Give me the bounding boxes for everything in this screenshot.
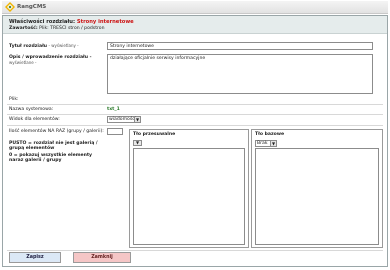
chevron-down-icon: ▼: [270, 141, 276, 146]
app-titlebar: RangCMS: [2, 1, 388, 14]
count-input[interactable]: [107, 128, 123, 135]
dialog-title: Właściwości rozdziału: Strony internetow…: [9, 19, 134, 25]
chevron-down-icon: ▼: [134, 117, 140, 122]
chapter-name: Strony internetowe: [76, 19, 134, 25]
divider: [7, 104, 383, 105]
view-select[interactable]: wiadomości ▼: [107, 116, 141, 123]
dialog-header: Właściwości rozdziału: Strony internetow…: [3, 16, 387, 34]
view-label: Widok dla elementów:: [9, 117, 60, 122]
save-button[interactable]: Zapisz: [9, 252, 61, 263]
count-label: Ilość elementów NA RAZ (grupy / galerii)…: [9, 129, 104, 134]
file-label: Plik:: [9, 97, 19, 102]
description-textarea[interactable]: działające oficjalnie serwisy informacyj…: [107, 54, 373, 94]
sliding-background-pane: Tło przesuwalne ▼: [129, 129, 249, 248]
pane-dropdown[interactable]: ▼: [133, 140, 142, 146]
pane-title: Tło przesuwalne: [133, 132, 176, 137]
sliding-background-list[interactable]: [133, 148, 245, 245]
empty-note: PUSTO = rozdział nie jest galerią / grup…: [9, 141, 98, 151]
rangcms-logo-icon: [5, 2, 15, 12]
close-button[interactable]: Zamknij: [73, 252, 131, 263]
system-name-label: Nazwa systemowa:: [9, 107, 54, 112]
dialog-contents: Zawartość: Plik: TREŚCI stron / podstron: [9, 26, 105, 31]
properties-dialog: Właściwości rozdziału: Strony internetow…: [2, 15, 388, 267]
base-background-pane: Tło bazowe Brak ▼: [251, 129, 383, 248]
zero-note: 0 = pokazuj wszystkie elementy naraz gal…: [9, 153, 93, 163]
title-label: Tytuł rozdziału - wyświetlany -: [9, 43, 79, 49]
base-background-select[interactable]: Brak ▼: [255, 140, 277, 147]
divider: [7, 125, 383, 126]
description-label: Opis / wprowadzenie rozdziału - wyświetla…: [9, 55, 92, 65]
base-background-list[interactable]: [255, 148, 379, 245]
app-title: RangCMS: [17, 4, 47, 10]
pane-title: Tło bazowe: [255, 132, 285, 137]
divider: [7, 114, 383, 115]
title-input[interactable]: Strony internetowe: [107, 42, 373, 50]
divider: [7, 250, 383, 251]
system-name-value: txt_1: [107, 107, 120, 112]
